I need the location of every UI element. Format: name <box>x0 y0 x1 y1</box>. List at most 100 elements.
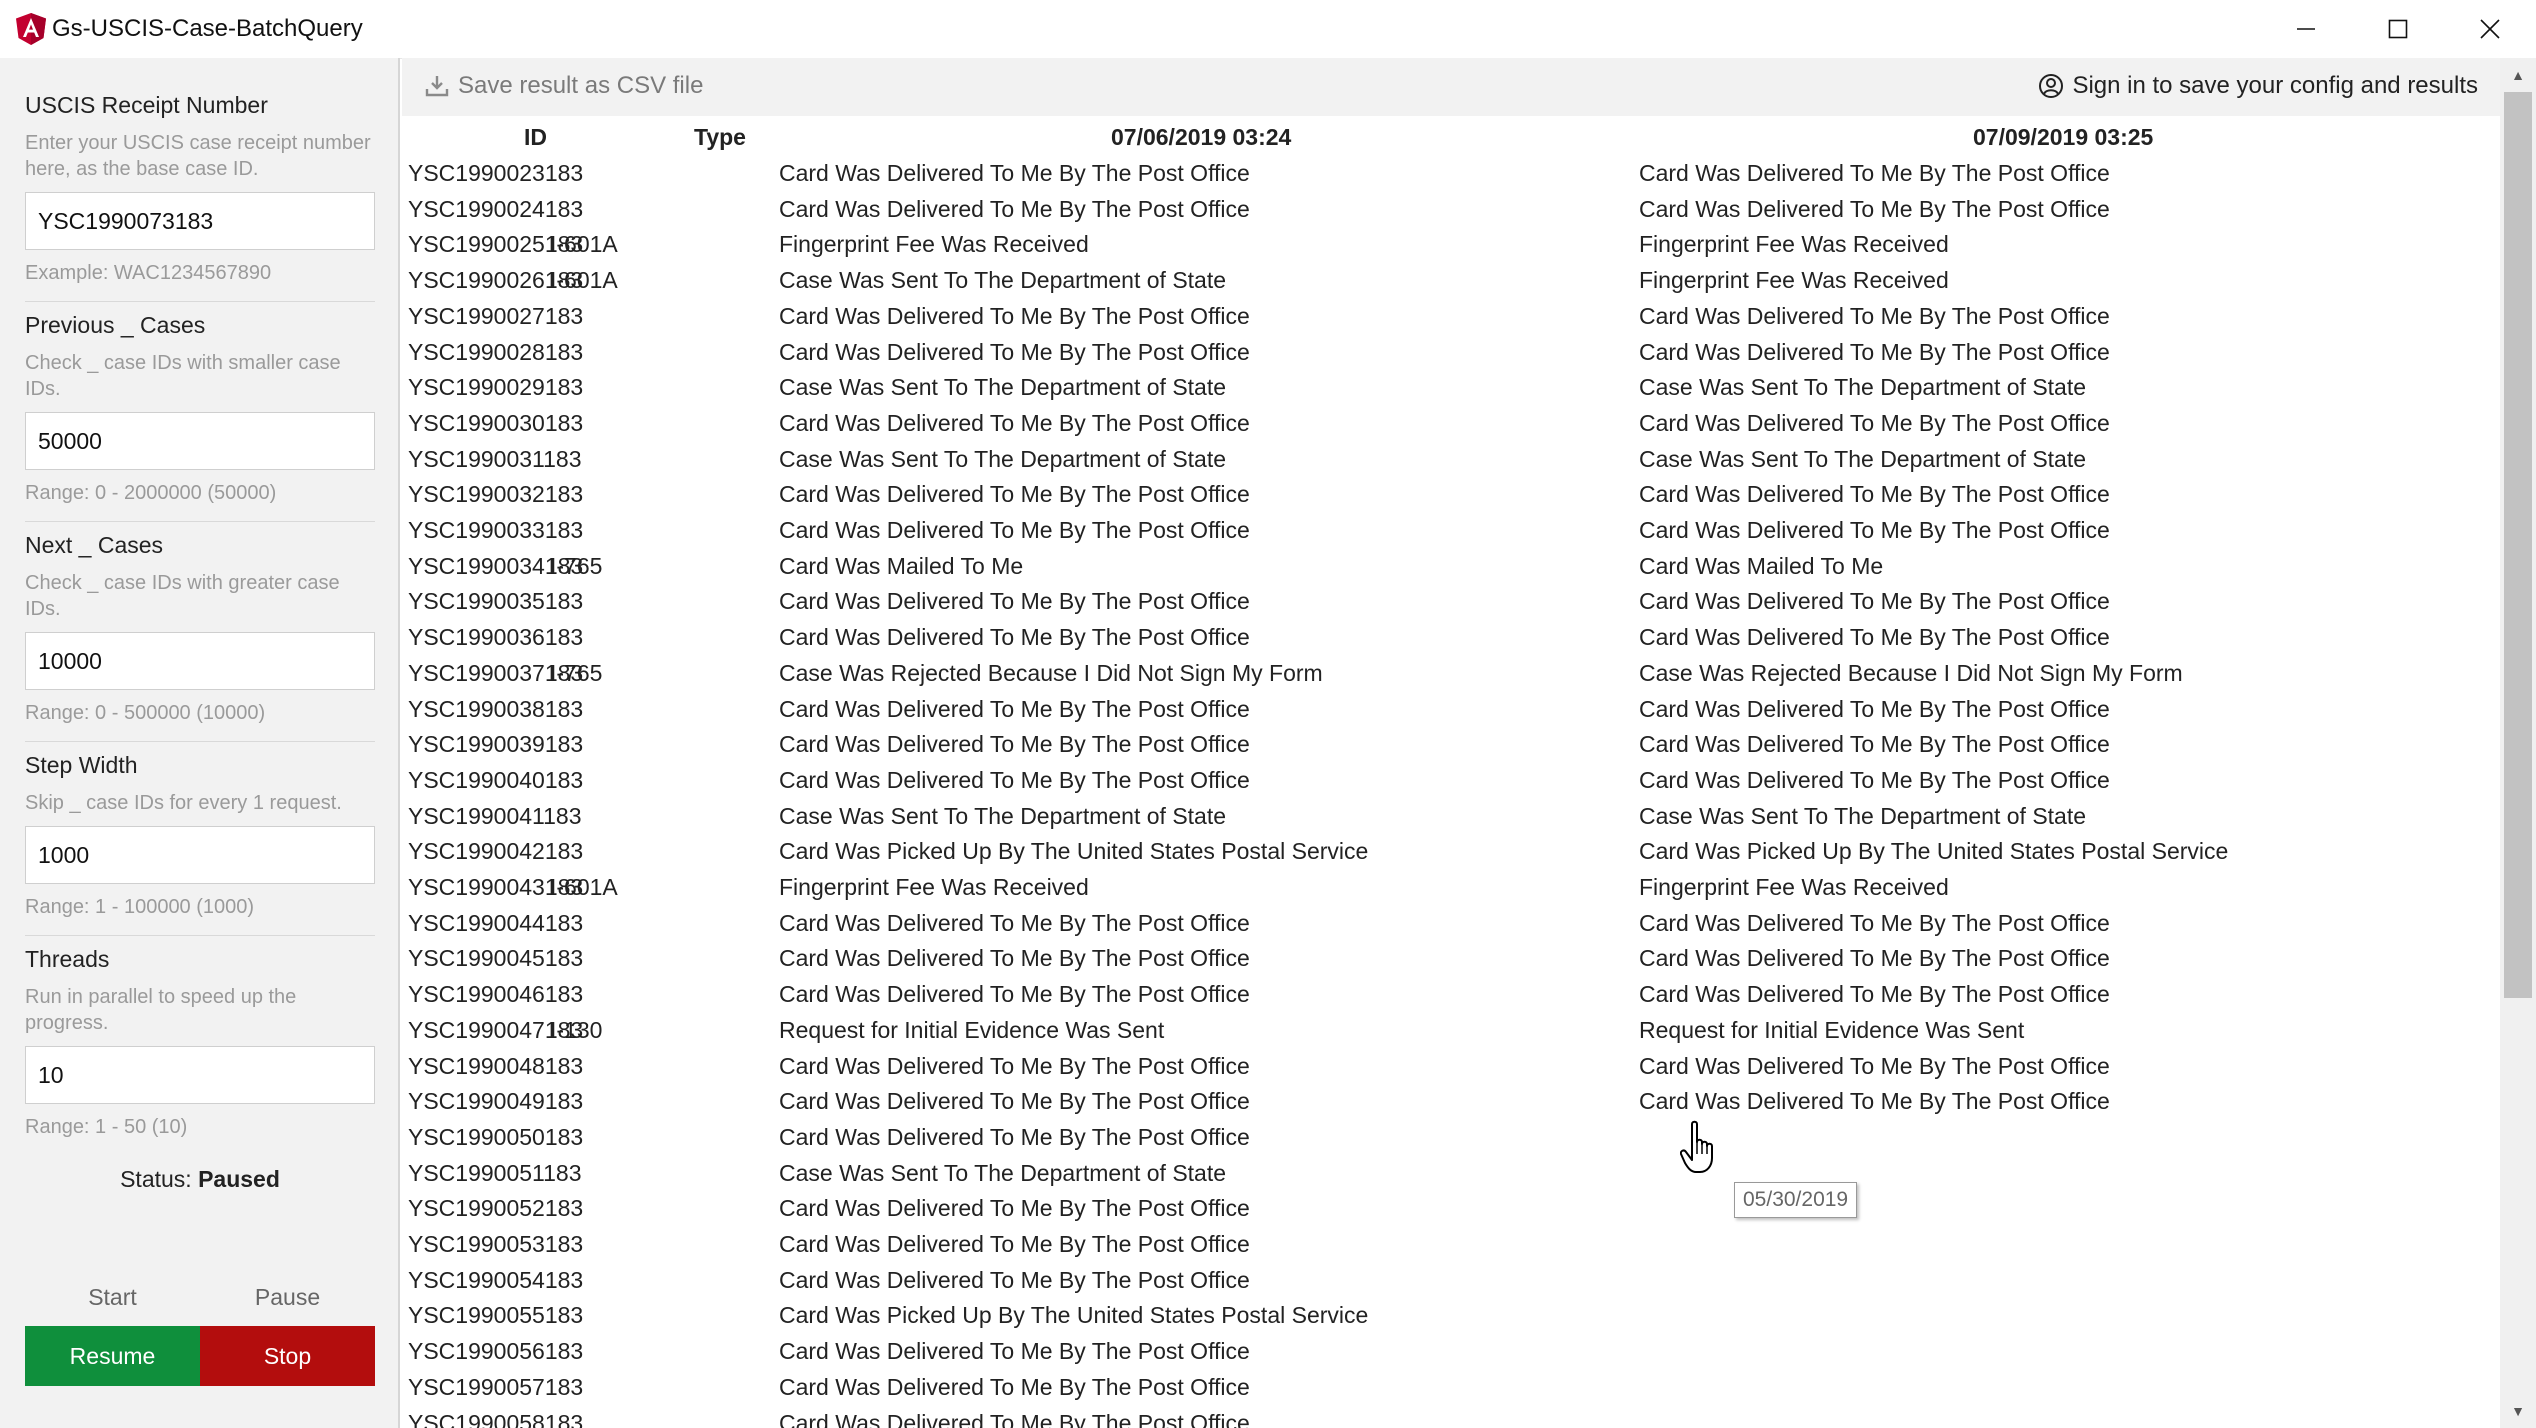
cell-status-1: Card Was Delivered To Me By The Post Off… <box>779 302 1250 329</box>
column-header-id[interactable]: ID <box>524 124 547 151</box>
table-row[interactable]: YSC1990024183 Card Was Delivered To Me By… <box>402 196 2500 232</box>
cell-id: YSC1990056183 <box>408 1338 584 1365</box>
stop-button[interactable]: Stop <box>200 1326 375 1386</box>
cell-type: I-601A <box>550 267 618 294</box>
table-row[interactable]: YSC1990037183 I-765 Case Was Rejected Beca… <box>402 660 2500 696</box>
scroll-down-icon[interactable]: ▼ <box>2500 1396 2536 1426</box>
table-row[interactable]: YSC1990029183 Case Was Sent To The Depart… <box>402 374 2500 410</box>
cell-status-1: Fingerprint Fee Was Received <box>779 231 1089 258</box>
table-row[interactable]: YSC1990055183 Card Was Picked Up By The U… <box>402 1302 2500 1338</box>
maximize-button[interactable] <box>2352 0 2444 58</box>
cell-status-2: Card Was Delivered To Me By The Post Off… <box>1639 338 2110 365</box>
table-row[interactable]: YSC1990023183 Card Was Delivered To Me By… <box>402 160 2500 196</box>
scrollbar-thumb[interactable] <box>2504 92 2532 998</box>
save-csv-button[interactable]: Save result as CSV file <box>424 72 703 100</box>
cell-status-1: Card Was Delivered To Me By The Post Off… <box>779 1231 1250 1257</box>
step-width-input[interactable] <box>25 826 375 884</box>
resume-button[interactable]: Resume <box>25 1326 200 1386</box>
column-header-type[interactable]: Type <box>694 124 746 151</box>
previous-cases-label: Previous _ Cases <box>25 312 206 338</box>
table-row[interactable]: YSC1990058183 Card Was Delivered To Me By… <box>402 1410 2500 1428</box>
cell-status-2: Card Was Delivered To Me By The Post Off… <box>1639 1052 2110 1079</box>
table-row[interactable]: YSC1990051183 Case Was Sent To The Depart… <box>402 1160 2500 1196</box>
table-row[interactable]: YSC1990035183 Card Was Delivered To Me By… <box>402 588 2500 624</box>
cell-status-2: Case Was Rejected Because I Did Not Sign… <box>1639 659 2183 686</box>
table-row[interactable]: YSC1990048183 Card Was Delivered To Me By… <box>402 1053 2500 1089</box>
cell-id: YSC1990038183 <box>408 695 584 722</box>
scroll-up-icon[interactable]: ▲ <box>2500 60 2536 90</box>
table-row[interactable]: YSC1990039183 Card Was Delivered To Me By… <box>402 731 2500 767</box>
divider <box>25 741 375 742</box>
cell-id: YSC1990055183 <box>408 1302 584 1329</box>
sign-in-link[interactable]: Sign in to save your config and results <box>2038 72 2478 100</box>
previous-cases-input[interactable] <box>25 412 375 470</box>
cell-id: YSC1990057183 <box>408 1373 584 1400</box>
cell-status-2: Card Was Delivered To Me By The Post Off… <box>1639 1088 2110 1115</box>
cell-status-2: Card Was Delivered To Me By The Post Off… <box>1639 624 2110 651</box>
cell-status-1: Card Was Delivered To Me By The Post Off… <box>779 1052 1250 1079</box>
cell-status-1: Card Was Delivered To Me By The Post Off… <box>779 160 1250 186</box>
cell-status-1: Card Was Picked Up By The United States … <box>779 1302 1369 1329</box>
table-row[interactable]: YSC1990049183 Card Was Delivered To Me By… <box>402 1088 2500 1124</box>
table-row[interactable]: YSC1990031183 Case Was Sent To The Depart… <box>402 446 2500 482</box>
cell-type: I-601A <box>550 231 618 258</box>
next-cases-range: Range: 0 - 500000 (10000) <box>25 702 266 724</box>
table-row[interactable]: YSC1990034183 I-765 Card Was Mailed To Me C… <box>402 553 2500 589</box>
table-row[interactable]: YSC1990044183 Card Was Delivered To Me By… <box>402 910 2500 946</box>
table-row[interactable]: YSC1990041183 Case Was Sent To The Depart… <box>402 803 2500 839</box>
cell-status-2: Fingerprint Fee Was Received <box>1639 231 1949 258</box>
table-row[interactable]: YSC1990030183 Card Was Delivered To Me By… <box>402 410 2500 446</box>
table-row[interactable]: YSC1990053183 Card Was Delivered To Me By… <box>402 1231 2500 1267</box>
table-row[interactable]: YSC1990042183 Card Was Picked Up By The U… <box>402 838 2500 874</box>
table-row[interactable]: YSC1990028183 Card Was Delivered To Me By… <box>402 339 2500 375</box>
table-row[interactable]: YSC1990027183 Card Was Delivered To Me By… <box>402 303 2500 339</box>
table-row[interactable]: YSC1990054183 Card Was Delivered To Me By… <box>402 1267 2500 1303</box>
table-row[interactable]: YSC1990033183 Card Was Delivered To Me By… <box>402 517 2500 553</box>
cell-status-2: Card Was Delivered To Me By The Post Off… <box>1639 195 2110 222</box>
cell-status-1: Card Was Picked Up By The United States … <box>779 838 1369 865</box>
cell-status-1: Request for Initial Evidence Was Sent <box>779 1016 1165 1043</box>
previous-cases-hint: Check _ case IDs with smaller case IDs. <box>25 352 341 400</box>
next-cases-label: Next _ Cases <box>25 532 164 558</box>
threads-input[interactable] <box>25 1046 375 1104</box>
receipt-hint: Enter your USCIS case receipt number her… <box>25 132 371 180</box>
column-header-date-2[interactable]: 07/09/2019 03:25 <box>1973 124 2153 151</box>
settings-sidebar: USCIS Receipt Number Enter your USCIS ca… <box>0 58 400 1428</box>
table-row[interactable]: YSC1990025183 I-601A Fingerprint Fee Was R… <box>402 231 2500 267</box>
cell-status-1: Case Was Sent To The Department of State <box>779 802 1227 829</box>
receipt-number-input[interactable] <box>25 192 375 250</box>
cell-status-1: Card Was Delivered To Me By The Post Off… <box>779 338 1250 365</box>
cell-id: YSC1990046183 <box>408 981 584 1008</box>
table-row[interactable]: YSC1990052183 Card Was Delivered To Me By… <box>402 1195 2500 1231</box>
cell-status-2: Card Was Delivered To Me By The Post Off… <box>1639 695 2110 722</box>
start-button[interactable]: Start <box>25 1268 200 1326</box>
column-header-date-1[interactable]: 07/06/2019 03:24 <box>1111 124 1291 151</box>
table-row[interactable]: YSC1990046183 Card Was Delivered To Me By… <box>402 981 2500 1017</box>
table-row[interactable]: YSC1990032183 Card Was Delivered To Me By… <box>402 481 2500 517</box>
cell-id: YSC1990024183 <box>408 195 584 222</box>
cell-status-2: Case Was Sent To The Department of State <box>1639 802 2087 829</box>
close-button[interactable] <box>2444 0 2536 58</box>
next-cases-input[interactable] <box>25 632 375 690</box>
cell-id: YSC1990031183 <box>408 445 582 472</box>
table-row[interactable]: YSC1990036183 Card Was Delivered To Me By… <box>402 624 2500 660</box>
table-row[interactable]: YSC1990043183 I-601A Fingerprint Fee Was R… <box>402 874 2500 910</box>
table-row[interactable]: YSC1990038183 Card Was Delivered To Me By… <box>402 696 2500 732</box>
table-row[interactable]: YSC1990045183 Card Was Delivered To Me By… <box>402 945 2500 981</box>
cell-status-2: Card Was Delivered To Me By The Post Off… <box>1639 302 2110 329</box>
cell-status-1: Card Was Delivered To Me By The Post Off… <box>779 945 1250 972</box>
maximize-icon <box>2388 19 2408 39</box>
pause-button[interactable]: Pause <box>200 1268 375 1326</box>
hand-cursor-icon <box>1680 1120 1713 1173</box>
table-row[interactable]: YSC1990050183 Card Was Delivered To Me By… <box>402 1124 2500 1160</box>
table-row[interactable]: YSC1990026183 I-601A Case Was Sent To The … <box>402 267 2500 303</box>
table-row[interactable]: YSC1990056183 Card Was Delivered To Me By… <box>402 1338 2500 1374</box>
step-width-hint: Skip _ case IDs for every 1 request. <box>25 792 342 814</box>
table-row[interactable]: YSC1990040183 Card Was Delivered To Me By… <box>402 767 2500 803</box>
cell-type: I-601A <box>550 874 618 900</box>
vertical-scrollbar[interactable]: ▲ ▼ <box>2500 58 2536 1428</box>
table-row[interactable]: YSC1990057183 Card Was Delivered To Me By… <box>402 1374 2500 1410</box>
minimize-button[interactable] <box>2260 0 2352 58</box>
cell-id: YSC1990040183 <box>408 766 584 793</box>
table-row[interactable]: YSC1990047183 I-130 Request for Initial Ev… <box>402 1017 2500 1053</box>
